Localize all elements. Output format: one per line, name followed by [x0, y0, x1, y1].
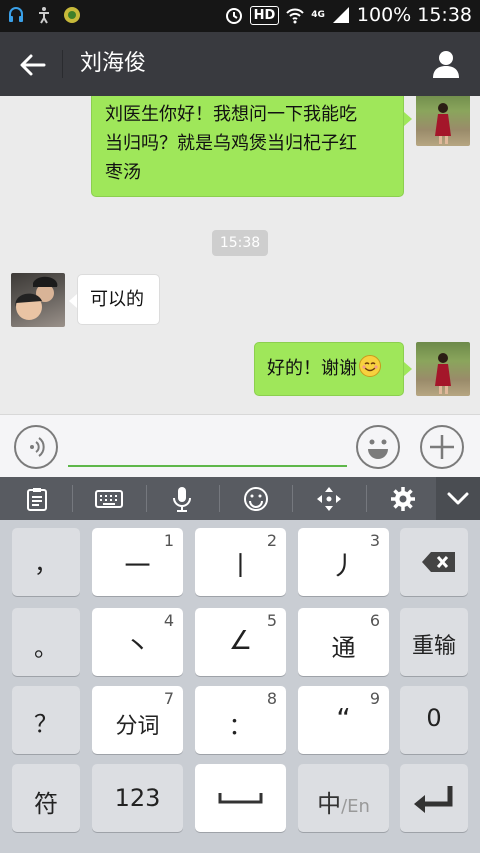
chat-header: 刘海俊 [0, 32, 480, 96]
key-colon[interactable]: 8 ： [195, 686, 286, 754]
voice-icon [30, 437, 45, 457]
clock: 15:38 [417, 4, 472, 26]
clipboard-icon[interactable] [8, 477, 66, 520]
key-reset-input[interactable]: 重输 [400, 608, 468, 676]
key-zero[interactable]: 0 [400, 686, 468, 754]
message-bubble-incoming[interactable]: 可以的 [77, 274, 160, 325]
message-input[interactable] [68, 427, 347, 467]
cursor-move-icon[interactable] [300, 477, 358, 520]
stroke-keyboard: ， 1 一 2 丨 3 丿 。 4 丶 5 ∠ 6 通 重输 ？ 7 分词 8 [0, 520, 480, 853]
keyboard-icon[interactable] [80, 477, 138, 520]
message-bubble-outgoing[interactable]: 刘医生你好！我想问一下我能吃 当归吗？就是乌鸡煲当归杞子红 枣汤 [91, 96, 404, 197]
key-stroke-dot[interactable]: 4 丶 [92, 608, 183, 676]
header-divider [62, 50, 63, 78]
message-text: 好的！谢谢 [267, 358, 357, 379]
collapse-keyboard-button[interactable] [436, 477, 480, 520]
voice-input-button[interactable] [14, 425, 58, 469]
key-wildcard[interactable]: 6 通 [298, 608, 389, 676]
smiley-icon[interactable] [227, 477, 285, 520]
key-enter[interactable] [400, 764, 468, 832]
smiley-icon [368, 439, 388, 459]
my-avatar[interactable] [416, 342, 470, 396]
bubble-tail [404, 362, 412, 376]
key-stroke-vertical[interactable]: 2 丨 [195, 528, 286, 596]
profile-icon[interactable] [430, 48, 462, 80]
toolbar-separator [219, 485, 220, 512]
toolbar-separator [72, 485, 73, 512]
message-list[interactable]: 刘医生你好！我想问一下我能吃 当归吗？就是乌鸡煲当归杞子红 枣汤 15:38 可… [0, 96, 480, 414]
enter-icon [414, 786, 453, 813]
toolbar-separator [292, 485, 293, 512]
back-arrow-icon[interactable] [18, 50, 48, 80]
message-bubble-outgoing[interactable]: 好的！谢谢 [254, 342, 404, 396]
key-question-mark[interactable]: ？ [12, 686, 80, 754]
key-comma[interactable]: ， [12, 528, 80, 596]
plus-icon [430, 435, 454, 459]
signal-icon [332, 7, 349, 23]
alarm-icon [225, 8, 242, 24]
bubble-tail [69, 294, 77, 308]
toolbar-separator [366, 485, 367, 512]
hd-badge: HD [249, 5, 280, 25]
wifi-icon [286, 8, 304, 24]
key-segment[interactable]: 7 分词 [92, 686, 183, 754]
message-text-line: 当归吗？就是乌鸡煲当归杞子红 [105, 133, 357, 154]
headset-icon [9, 7, 23, 22]
key-stroke-turning[interactable]: 5 ∠ [195, 608, 286, 676]
backspace-icon [422, 552, 455, 572]
keyboard-toolbar [0, 477, 480, 520]
accessibility-icon [39, 7, 49, 24]
network-type: 4G [311, 10, 325, 20]
my-avatar[interactable] [416, 96, 470, 146]
gear-icon[interactable] [374, 477, 432, 520]
toolbar-separator [146, 485, 147, 512]
key-period[interactable]: 。 [12, 608, 80, 676]
message-timestamp: 15:38 [212, 230, 268, 256]
message-text-line: 枣汤 [105, 162, 141, 183]
smiling-emoji-icon [359, 355, 381, 377]
key-language-switch[interactable]: 中/En [298, 764, 389, 832]
key-backspace[interactable] [400, 528, 468, 596]
message-input-bar [0, 414, 480, 477]
battery-text: 100% [356, 4, 412, 26]
message-text-line: 刘医生你好！我想问一下我能吃 [105, 104, 357, 125]
key-numbers[interactable]: 123 [92, 764, 183, 832]
key-quote[interactable]: 9 “ [298, 686, 389, 754]
emoji-button[interactable] [356, 425, 400, 469]
key-symbols[interactable]: 符 [12, 764, 80, 832]
more-options-button[interactable] [420, 425, 464, 469]
key-stroke-left-falling[interactable]: 3 丿 [298, 528, 389, 596]
chevron-down-icon [447, 492, 469, 505]
bubble-tail [404, 112, 412, 126]
chat-title: 刘海俊 [80, 51, 147, 76]
key-stroke-horizontal[interactable]: 1 一 [92, 528, 183, 596]
microphone-icon[interactable] [153, 477, 211, 520]
app-notification-icon [64, 7, 80, 23]
status-bar: HD 4G 100% 15:38 [0, 0, 480, 32]
key-space[interactable] [195, 764, 286, 832]
space-icon [218, 793, 263, 804]
contact-avatar[interactable] [11, 273, 65, 327]
